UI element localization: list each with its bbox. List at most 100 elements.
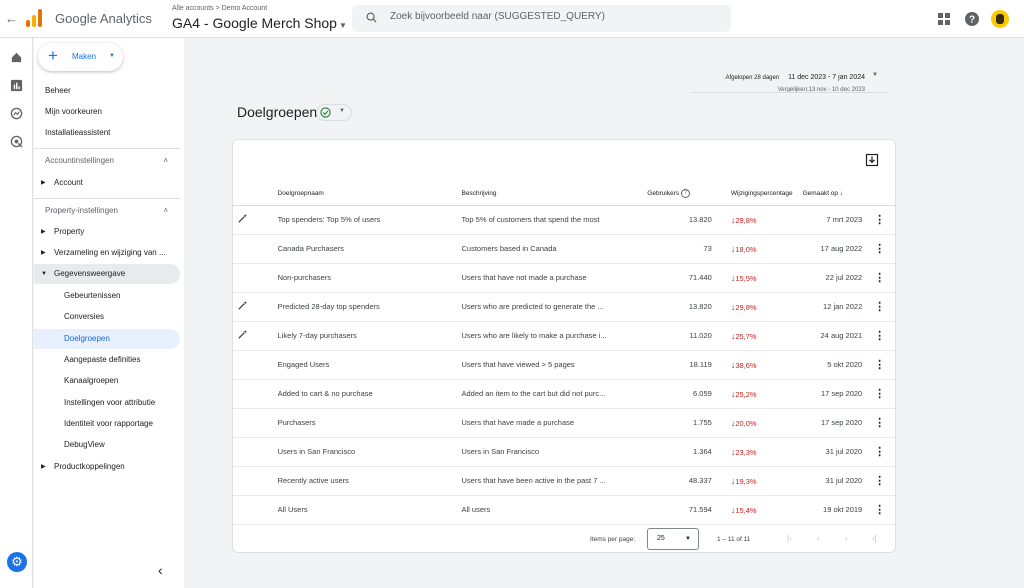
create-button[interactable]: + Maken ▼ xyxy=(38,43,123,71)
sidebar-item-label: Property xyxy=(54,227,85,236)
sidebar-item-channel-groups[interactable]: Kanaalgroepen xyxy=(34,371,180,391)
column-header-change[interactable]: Wijzigingspercentage xyxy=(714,183,793,206)
property-selector[interactable]: GA4 - Google Merch Shop ▼ xyxy=(172,15,347,31)
sidebar-item-events[interactable]: Gebeurtenissen xyxy=(34,286,180,306)
more-vert-icon[interactable]: ⋮ xyxy=(874,475,885,487)
more-vert-icon[interactable]: ⋮ xyxy=(874,446,885,458)
table-row[interactable]: All Users All users 71.594 ↓15,4% 19 okt 201… xyxy=(233,495,895,525)
breadcrumb[interactable]: Alle accounts > Demo Account xyxy=(172,5,267,12)
change-percentage: ↓15,4% xyxy=(731,505,757,515)
items-per-page-select[interactable]: 25 ▼ xyxy=(647,528,699,550)
sidebar-item-product-links[interactable]: ▶ Productkoppelingen xyxy=(34,457,180,477)
more-vert-icon[interactable]: ⋮ xyxy=(874,504,885,516)
product-name: Google Analytics xyxy=(55,11,152,26)
column-header-users[interactable]: Gebruikers? xyxy=(641,183,715,206)
reports-icon[interactable] xyxy=(10,79,23,92)
home-icon[interactable] xyxy=(10,51,23,64)
search-bar[interactable] xyxy=(352,5,731,32)
audience-description: Users in San Francisco xyxy=(461,447,540,457)
collapse-sidebar-icon[interactable]: ‹ xyxy=(158,562,163,578)
divider xyxy=(34,198,180,199)
more-vert-icon[interactable]: ⋮ xyxy=(874,388,885,400)
analytics-logo-icon[interactable] xyxy=(26,9,44,27)
settings-gear-icon[interactable]: ⚙ xyxy=(7,552,27,572)
table-row[interactable]: Users in San Francisco Users in San Franc… xyxy=(233,437,895,467)
audience-users: 71.594 xyxy=(641,495,715,525)
table-row[interactable]: Recently active users Users that have bee… xyxy=(233,466,895,496)
date-range-selector[interactable]: Afgelopen 28 dagen 11 dec 2023 - 7 jan 2… xyxy=(725,66,865,93)
audience-name[interactable]: Top spenders: Top 5% of users xyxy=(277,205,462,235)
explore-icon[interactable] xyxy=(10,107,23,120)
sidebar-item-mijn-voorkeuren[interactable]: Mijn voorkeuren xyxy=(34,102,180,122)
table-row[interactable]: Predicted 28-day top spenders Users who a… xyxy=(233,292,895,322)
more-vert-icon[interactable]: ⋮ xyxy=(874,243,885,255)
expand-triangle-icon: ▶ xyxy=(41,229,46,235)
caret-down-icon[interactable]: ▼ xyxy=(872,72,878,78)
pagination-range: 1 – 11 of 11 xyxy=(717,536,751,543)
table-row[interactable]: Likely 7-day purchasers Users who are lik… xyxy=(233,321,895,351)
caret-down-icon: ▼ xyxy=(338,21,347,30)
audience-name[interactable]: Purchasers xyxy=(277,408,462,438)
sidebar-item-installatieassistent[interactable]: Installatieassistent xyxy=(34,123,180,143)
sidebar-item-data-collection[interactable]: ▶ Verzameling en wijziging van ... xyxy=(34,243,180,263)
table-row[interactable]: Top spenders: Top 5% of users Top 5% of c… xyxy=(233,205,895,235)
property-settings-section[interactable]: Property-instellingen ˄ xyxy=(34,201,180,221)
table-row[interactable]: Purchasers Users that have made a purchas… xyxy=(233,408,895,438)
audience-users: 1.755 xyxy=(641,408,715,438)
apps-grid-icon[interactable] xyxy=(936,11,952,27)
sidebar-item-beheer[interactable]: Beheer xyxy=(34,81,180,101)
avatar[interactable] xyxy=(991,10,1009,28)
more-vert-icon[interactable]: ⋮ xyxy=(874,214,885,226)
change-value: 38,6% xyxy=(735,360,757,370)
sidebar-item-debugview[interactable]: DebugView xyxy=(34,435,180,455)
audience-description: Users who are predicted to generate the … xyxy=(461,302,604,312)
more-vert-icon[interactable]: ⋮ xyxy=(874,417,885,429)
previous-page-icon[interactable]: ‹ xyxy=(817,534,820,543)
more-vert-icon[interactable]: ⋮ xyxy=(874,301,885,313)
table-row[interactable]: Canada Purchasers Customers based in Cana… xyxy=(233,234,895,264)
more-vert-icon[interactable]: ⋮ xyxy=(874,359,885,371)
column-header-description[interactable]: Beschrijving xyxy=(461,183,642,206)
audience-description: Customers based in Canada xyxy=(461,244,557,254)
account-settings-section[interactable]: Accountinstellingen ˄ xyxy=(34,151,180,171)
help-circle-icon[interactable]: ? xyxy=(681,189,691,199)
date-range-label: Afgelopen 28 dagen xyxy=(725,75,780,81)
change-percentage: ↓20,0% xyxy=(731,418,757,428)
audience-name[interactable]: Engaged Users xyxy=(277,350,462,380)
sidebar-item-audiences[interactable]: Doelgroepen xyxy=(34,329,180,349)
audience-name[interactable]: Canada Purchasers xyxy=(277,234,462,264)
audience-name[interactable]: Users in San Francisco xyxy=(277,437,462,467)
sidebar-item-custom-definitions[interactable]: Aangepaste definities xyxy=(34,350,180,370)
column-header-name[interactable]: Doelgroepnaam xyxy=(277,183,462,206)
sidebar-item-label: Productkoppelingen xyxy=(54,462,125,471)
table-row[interactable]: Engaged Users Users that have viewed > 5 … xyxy=(233,350,895,380)
audience-name[interactable]: Added to cart & no purchase xyxy=(277,379,462,409)
next-page-icon[interactable]: › xyxy=(845,534,848,543)
sidebar-item-data-display[interactable]: ▼ Gegevensweergave xyxy=(34,264,180,284)
more-vert-icon[interactable]: ⋮ xyxy=(874,330,885,342)
table-row[interactable]: Non-purchasers Users that have not made a… xyxy=(233,263,895,293)
sidebar-item-property[interactable]: ▶ Property xyxy=(34,222,180,242)
audience-name[interactable]: Recently active users xyxy=(277,466,462,496)
download-icon[interactable] xyxy=(865,153,879,167)
audience-users: 13.820 xyxy=(641,292,715,322)
audience-name[interactable]: Likely 7-day purchasers xyxy=(277,321,462,351)
last-page-icon[interactable]: ›| xyxy=(872,534,877,543)
search-input[interactable] xyxy=(390,11,710,22)
back-arrow-icon[interactable]: ← xyxy=(5,12,18,26)
sidebar-item-conversions[interactable]: Conversies xyxy=(34,307,180,327)
more-vert-icon[interactable]: ⋮ xyxy=(874,272,885,284)
table-row[interactable]: Added to cart & no purchase Added an item… xyxy=(233,379,895,409)
column-header-created[interactable]: Gemaakt op ↓ xyxy=(792,183,865,206)
help-icon[interactable]: ? xyxy=(964,11,980,27)
audience-name[interactable]: Non-purchasers xyxy=(277,263,462,293)
first-page-icon[interactable]: |‹ xyxy=(787,534,792,543)
sidebar-item-attribution-settings[interactable]: Instellingen voor attributie xyxy=(34,393,180,413)
title-status-chip[interactable]: ▼ xyxy=(316,104,352,121)
audience-name[interactable]: Predicted 28-day top spenders xyxy=(277,292,462,322)
audience-name[interactable]: All Users xyxy=(277,495,462,525)
advertising-icon[interactable] xyxy=(10,135,23,148)
sidebar-item-account[interactable]: ▶ Account xyxy=(34,173,180,193)
change-percentage: ↓38,6% xyxy=(731,360,757,370)
sidebar-item-reporting-identity[interactable]: Identiteit voor rapportage xyxy=(34,414,180,434)
